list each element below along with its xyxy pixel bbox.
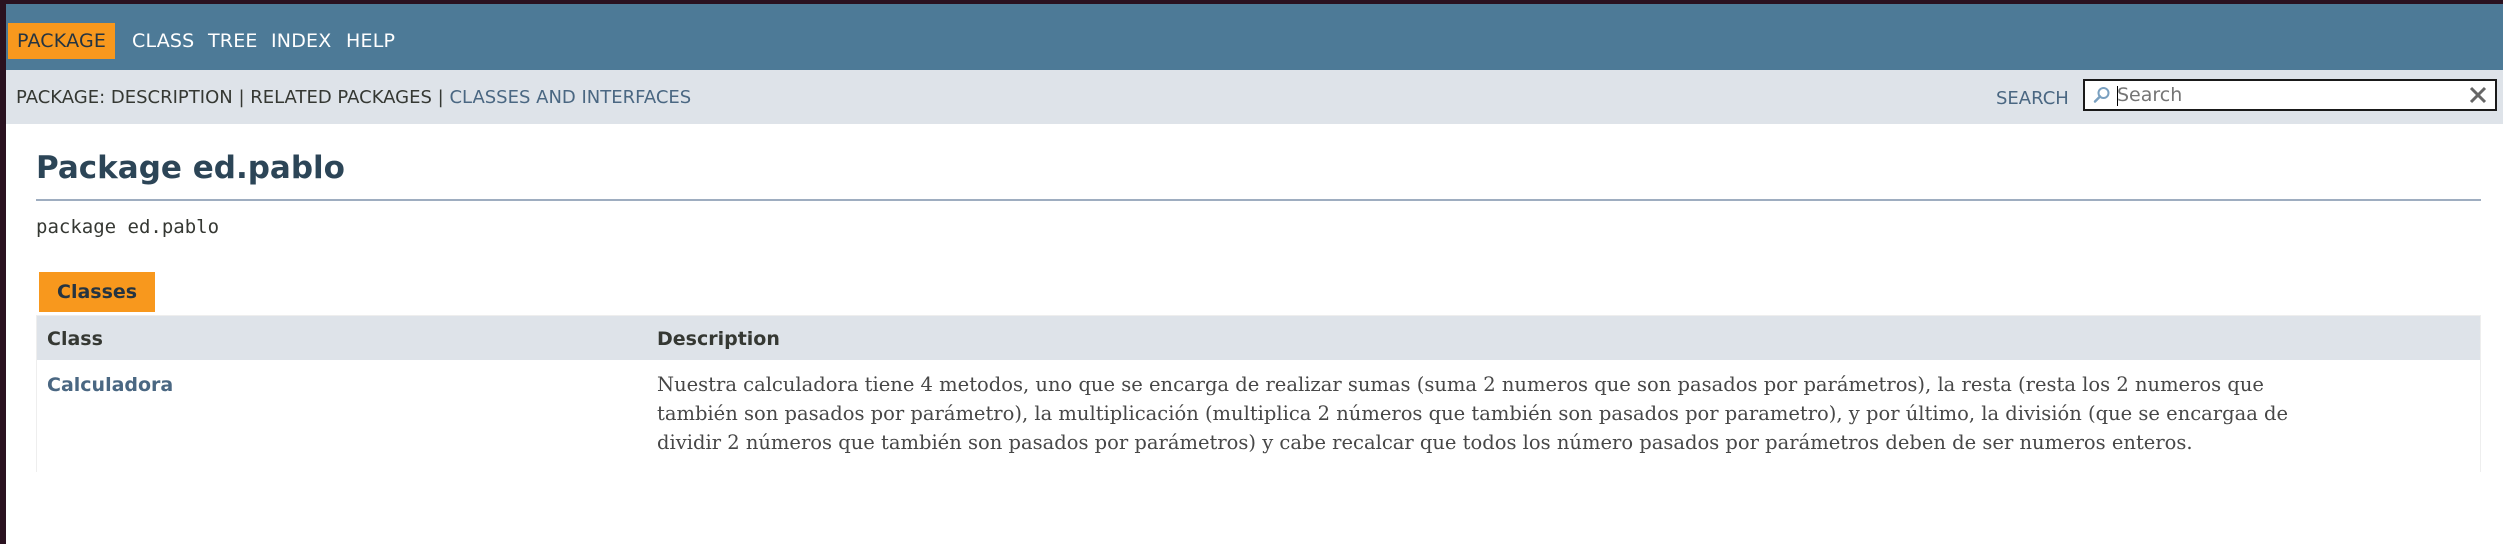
text-caret bbox=[2117, 86, 2118, 106]
tab-classes: Classes bbox=[39, 272, 156, 312]
class-description: Nuestra calculadora tiene 4 metodos, uno… bbox=[657, 370, 2447, 457]
subnav-separator: | bbox=[431, 87, 450, 108]
subnav-separator: | bbox=[232, 87, 251, 108]
description-line: dividir 2 números que también son pasado… bbox=[657, 431, 2193, 454]
nav-tree[interactable]: TREE bbox=[208, 23, 258, 59]
class-link-calculadora[interactable]: Calculadora bbox=[47, 374, 173, 396]
nav-package: PACKAGE bbox=[8, 23, 116, 59]
subnav-prefix: PACKAGE: bbox=[16, 87, 111, 108]
nav-index[interactable]: INDEX bbox=[271, 23, 331, 59]
description-line: Nuestra calculadora tiene 4 metodos, uno… bbox=[657, 373, 2264, 396]
class-summary-table: Class Description Calculadora Nuestra ca… bbox=[36, 315, 2481, 472]
clear-search-icon[interactable] bbox=[2467, 84, 2489, 106]
column-header-class: Class bbox=[47, 328, 103, 350]
subnav-description: DESCRIPTION bbox=[110, 87, 233, 108]
search-box[interactable] bbox=[2083, 79, 2497, 111]
package-declaration: package ed.pablo bbox=[36, 216, 220, 238]
search-label: SEARCH bbox=[1996, 88, 2069, 109]
nav-class[interactable]: CLASS bbox=[132, 23, 194, 59]
column-header-description: Description bbox=[657, 328, 780, 350]
title-divider bbox=[36, 199, 2481, 201]
search-input[interactable] bbox=[2117, 83, 2457, 107]
nav-help[interactable]: HELP bbox=[346, 23, 395, 59]
javadoc-page: PACKAGE CLASS TREE INDEX HELP PACKAGE: D… bbox=[6, 4, 2503, 544]
classes-and-interfaces-link[interactable]: CLASSES AND INTERFACES bbox=[449, 87, 691, 108]
table-header: Class Description bbox=[37, 316, 2480, 360]
search-icon bbox=[2093, 87, 2110, 103]
table-row: Calculadora Nuestra calculadora tiene 4 … bbox=[37, 360, 2480, 472]
subnav-related-packages: RELATED PACKAGES bbox=[250, 87, 432, 108]
description-line: también son pasados por parámetro), la m… bbox=[657, 402, 2289, 425]
subnav-links: PACKAGE: DESCRIPTION | RELATED PACKAGES … bbox=[16, 87, 691, 108]
sub-navbar: PACKAGE: DESCRIPTION | RELATED PACKAGES … bbox=[6, 70, 2503, 124]
page-title: Package ed.pablo bbox=[36, 150, 345, 186]
top-navbar: PACKAGE CLASS TREE INDEX HELP bbox=[6, 4, 2503, 70]
